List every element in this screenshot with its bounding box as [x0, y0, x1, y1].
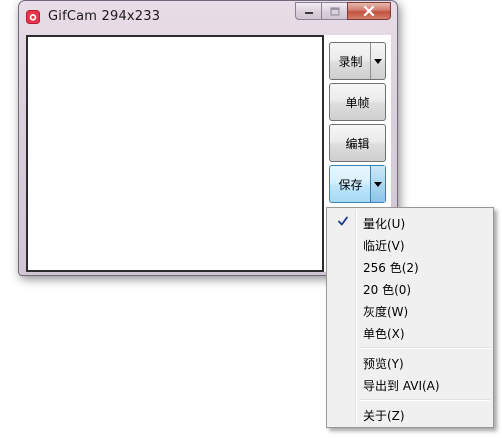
menu-item-label: 临近(V): [363, 239, 405, 253]
save-button[interactable]: 保存: [329, 165, 386, 203]
menu-item-label: 灰度(W): [363, 305, 409, 319]
window-title: GifCam 294x233: [48, 9, 161, 24]
record-button[interactable]: 录制: [329, 42, 386, 80]
menu-item-about[interactable]: 关于(Z): [329, 403, 491, 425]
record-dropdown-arrow[interactable]: [370, 43, 385, 79]
save-button-label: 保存: [338, 177, 363, 192]
menu-item-monochrome[interactable]: 单色(X): [329, 321, 491, 343]
title-bar[interactable]: GifCam 294x233: [19, 1, 397, 31]
menu-item-256-colors[interactable]: 256 色(2): [329, 255, 491, 277]
save-options-menu: 量化(U) 临近(V) 256 色(2) 20 色(0) 灰度(W) 单色(X)…: [326, 207, 494, 428]
triangle-down-icon: [374, 181, 382, 187]
menu-separator: [360, 347, 490, 349]
screen: GifCam 294x233 录制 单帧 编辑 保存 量化(U) 临近(V) 2…: [0, 0, 502, 438]
maximize-button[interactable]: [321, 2, 347, 20]
edit-button-label: 编辑: [345, 136, 370, 151]
menu-item-20-colors[interactable]: 20 色(0): [329, 277, 491, 299]
maximize-icon: [329, 6, 340, 16]
capture-area[interactable]: [26, 35, 324, 272]
menu-item-label: 预览(Y): [363, 357, 404, 371]
save-dropdown-arrow[interactable]: [370, 166, 385, 202]
menu-item-preview[interactable]: 预览(Y): [329, 351, 491, 373]
menu-item-label: 关于(Z): [363, 409, 405, 423]
frame-button-label: 单帧: [345, 95, 370, 110]
edit-button[interactable]: 编辑: [329, 124, 386, 162]
menu-item-nearest[interactable]: 临近(V): [329, 233, 491, 255]
minimize-icon: [304, 12, 313, 14]
triangle-down-icon: [374, 58, 382, 64]
frame-button[interactable]: 单帧: [329, 83, 386, 121]
gifcam-camera-icon: [26, 10, 40, 24]
menu-separator: [360, 399, 490, 401]
close-icon: [363, 6, 375, 16]
menu-item-label: 20 色(0): [363, 283, 412, 297]
menu-item-export-avi[interactable]: 导出到 AVI(A): [329, 373, 491, 395]
menu-item-label: 单色(X): [363, 327, 405, 341]
close-button[interactable]: [347, 2, 391, 20]
menu-item-label: 导出到 AVI(A): [363, 379, 440, 393]
menu-item-label: 256 色(2): [363, 261, 419, 275]
minimize-button[interactable]: [295, 2, 321, 20]
menu-item-quantize[interactable]: 量化(U): [329, 211, 491, 233]
menu-item-grayscale[interactable]: 灰度(W): [329, 299, 491, 321]
menu-item-label: 量化(U): [363, 217, 406, 231]
checkmark-icon: [335, 213, 351, 229]
record-button-label: 录制: [338, 54, 363, 69]
caption-buttons: [295, 2, 391, 20]
